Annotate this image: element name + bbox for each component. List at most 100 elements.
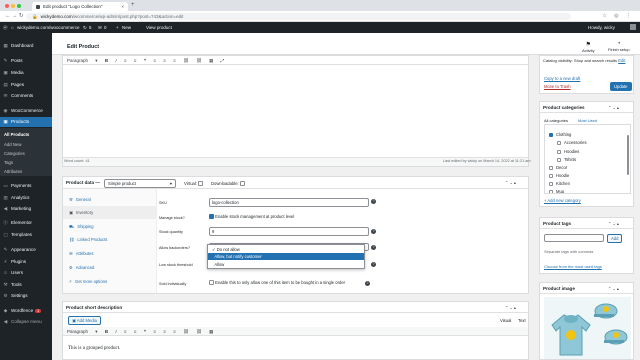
link-icon[interactable]: ⛓ bbox=[183, 58, 189, 63]
unlink-icon[interactable]: ⛓ bbox=[196, 329, 202, 334]
italic-icon[interactable]: I bbox=[115, 329, 116, 334]
category-checkbox[interactable] bbox=[557, 149, 561, 154]
collapse-menu-button[interactable]: ◀ Collapse menu bbox=[0, 317, 52, 327]
toolbar-toggle-icon[interactable]: ▦ bbox=[209, 58, 213, 63]
minimize-window-button[interactable] bbox=[11, 4, 15, 8]
product-type-select[interactable]: Simple product ▾ bbox=[104, 179, 176, 188]
add-new-category-link[interactable]: + Add new category bbox=[544, 198, 581, 203]
help-icon[interactable]: ? bbox=[371, 229, 376, 234]
quote-icon[interactable]: ❝ bbox=[144, 58, 146, 63]
sidebar-item-pages[interactable]: ▤ Pages bbox=[0, 80, 52, 90]
tab-shipping[interactable]: ⛟ Shipping bbox=[63, 220, 157, 233]
submenu-tags[interactable]: Tags bbox=[4, 160, 13, 165]
quote-icon[interactable]: ❝ bbox=[144, 329, 146, 334]
align-left-icon[interactable]: ≡ bbox=[153, 58, 156, 63]
bold-icon[interactable]: B bbox=[105, 329, 108, 334]
bullet-list-icon[interactable]: ≡ bbox=[124, 58, 127, 63]
update-button[interactable]: Update bbox=[610, 82, 632, 91]
format-select[interactable]: Paragraph bbox=[67, 58, 88, 63]
submenu-all-products[interactable]: All Products bbox=[4, 132, 29, 137]
tab-visual[interactable]: Visual bbox=[500, 318, 511, 323]
submenu-add-new[interactable]: Add New bbox=[4, 142, 21, 147]
align-left-icon[interactable]: ≡ bbox=[153, 329, 156, 334]
tab-most-used[interactable]: Most Used bbox=[578, 118, 597, 123]
close-tab-icon[interactable]: × bbox=[121, 4, 124, 9]
choose-tags-link[interactable]: Choose from the most used tags bbox=[544, 264, 602, 269]
url-field[interactable]: 🔒 wickydemo.com/wcommerce/wp-admin/post.p… bbox=[26, 13, 571, 20]
plus-icon[interactable]: + bbox=[116, 25, 119, 30]
category-checkbox[interactable] bbox=[549, 165, 553, 170]
link-icon[interactable]: ⛓ bbox=[183, 329, 189, 334]
category-mug[interactable]: Mug bbox=[549, 189, 564, 193]
short-description-content[interactable]: This is a grouped product. bbox=[68, 346, 120, 351]
format-dropdown-icon[interactable]: ▾ bbox=[95, 58, 97, 63]
submenu-attributes[interactable]: Attributes bbox=[4, 169, 22, 174]
wp-logo-icon[interactable]: ⓦ bbox=[3, 25, 8, 31]
fullscreen-icon[interactable]: ⤢ bbox=[221, 58, 225, 63]
panel-controls[interactable]: ⌃ ⌄ ▴ bbox=[505, 305, 516, 310]
howdy-user[interactable]: Howdy, wicky bbox=[588, 25, 615, 30]
category-checkbox[interactable] bbox=[549, 173, 553, 178]
sku-input[interactable]: logo-collection bbox=[209, 198, 369, 207]
category-tshirts[interactable]: Tshirts bbox=[557, 157, 576, 162]
tab-advanced[interactable]: ⚙ Advanced bbox=[63, 261, 157, 274]
sidebar-item-appearance[interactable]: ✎ Appearance bbox=[0, 245, 52, 255]
format-select[interactable]: Paragraph bbox=[67, 329, 88, 334]
sidebar-item-woocommerce[interactable]: ◉ WooCommerce bbox=[0, 106, 52, 116]
sidebar-item-wordfence[interactable]: ◆ Wordfence 1 bbox=[0, 306, 52, 316]
finish-setup-button[interactable]: ◔ Finish setup bbox=[608, 41, 630, 52]
tab-general[interactable]: ⚒ General bbox=[63, 193, 157, 206]
sidebar-item-templates[interactable]: ▢ Templates bbox=[0, 230, 52, 240]
add-tag-button[interactable]: Add bbox=[607, 234, 623, 243]
sidebar-item-users[interactable]: ☺ Users bbox=[0, 268, 52, 278]
new-tab-icon[interactable]: + bbox=[131, 2, 135, 8]
site-name-link[interactable]: wickydemo.com/woocommerce bbox=[17, 25, 80, 30]
tab-attributes[interactable]: ☰ Attributes bbox=[63, 247, 157, 260]
bullet-list-icon[interactable]: ≡ bbox=[124, 329, 127, 334]
tab-text[interactable]: Text bbox=[518, 318, 526, 323]
updates-count[interactable]: 5 bbox=[89, 25, 92, 30]
panel-controls[interactable]: ⌃ ⌄ ▴ bbox=[608, 221, 619, 226]
copy-draft-link[interactable]: Copy to a new draft bbox=[544, 76, 580, 81]
category-accessories[interactable]: Accessories bbox=[557, 140, 587, 145]
toolbar-toggle-icon[interactable]: ▦ bbox=[209, 329, 213, 334]
tab-inventory[interactable]: ▣ Inventory bbox=[63, 206, 157, 219]
sidebar-item-dashboard[interactable]: ▦ Dashboard bbox=[0, 41, 52, 51]
move-to-trash-link[interactable]: Move to Trash bbox=[544, 84, 571, 89]
align-center-icon[interactable]: ≡ bbox=[163, 58, 166, 63]
category-decor[interactable]: Decor bbox=[549, 165, 567, 170]
view-product-link[interactable]: View product bbox=[146, 25, 172, 30]
tab-all-categories[interactable]: All categories bbox=[544, 118, 568, 123]
help-icon[interactable]: ? bbox=[371, 262, 376, 267]
category-checkbox[interactable] bbox=[549, 132, 553, 137]
sidebar-item-analytics[interactable]: ▥ Analytics bbox=[0, 193, 52, 203]
panel-controls[interactable]: ⌃ ⌄ ▴ bbox=[505, 180, 516, 185]
align-right-icon[interactable]: ≡ bbox=[173, 329, 176, 334]
product-image[interactable] bbox=[544, 297, 631, 359]
option-allow-notify[interactable]: Allow, but notify customer bbox=[208, 253, 364, 260]
sidebar-item-settings[interactable]: ⚙ Settings bbox=[0, 291, 52, 301]
sidebar-item-plugins[interactable]: ⚡ Plugins bbox=[0, 257, 52, 267]
manage-stock-checkbox-box[interactable] bbox=[209, 214, 214, 220]
close-window-button[interactable] bbox=[5, 4, 9, 8]
comments-icon[interactable]: ✉ bbox=[98, 25, 102, 31]
format-dropdown-icon[interactable]: ▾ bbox=[95, 329, 97, 334]
option-allow[interactable]: Allow bbox=[208, 261, 364, 268]
numbered-list-icon[interactable]: ≡ bbox=[134, 329, 137, 334]
back-icon[interactable]: ← bbox=[5, 13, 11, 19]
submenu-categories[interactable]: Categories bbox=[4, 151, 25, 156]
align-center-icon[interactable]: ≡ bbox=[163, 329, 166, 334]
reload-icon[interactable]: ↻ bbox=[19, 13, 24, 19]
sidebar-item-payments[interactable]: ▭ Payments bbox=[0, 181, 52, 191]
maximize-window-button[interactable] bbox=[17, 4, 21, 8]
browser-tab[interactable]: Edit product "Logo Collection" × bbox=[32, 2, 128, 11]
browser-extension-icons[interactable]: ☆ ◎ ⋮ bbox=[602, 13, 634, 19]
forward-icon[interactable]: → bbox=[12, 13, 18, 19]
new-link[interactable]: New bbox=[122, 25, 131, 30]
sidebar-item-posts[interactable]: ✎ Posts bbox=[0, 56, 52, 66]
sidebar-item-tools[interactable]: ⚒ Tools bbox=[0, 280, 52, 290]
category-hoodie[interactable]: Hoodie bbox=[549, 173, 569, 178]
tag-input[interactable] bbox=[544, 234, 604, 242]
sidebar-item-comments[interactable]: ✉ Comments bbox=[0, 91, 52, 101]
help-icon[interactable]: ? bbox=[371, 245, 376, 250]
